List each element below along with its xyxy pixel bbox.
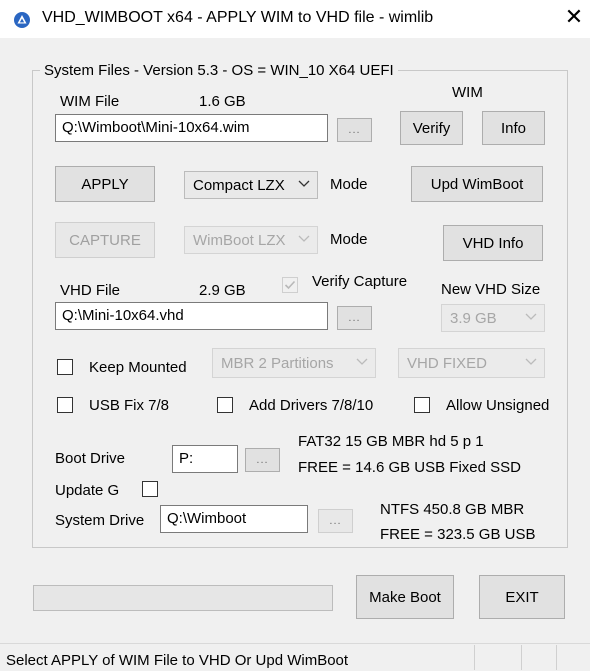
keep-mounted-checkbox[interactable] bbox=[57, 359, 73, 375]
capture-mode-label: Mode bbox=[330, 231, 368, 248]
boot-drive-field[interactable]: P: bbox=[172, 445, 238, 473]
system-drive-browse-button[interactable]: ... bbox=[318, 509, 353, 533]
status-text: Select APPLY of WIM File to VHD Or Upd W… bbox=[6, 652, 349, 669]
add-drivers-checkbox[interactable] bbox=[217, 397, 233, 413]
new-vhd-size-select[interactable]: 3.9 GB bbox=[441, 304, 545, 332]
exit-button[interactable]: EXIT bbox=[479, 575, 565, 619]
system-drive-label: System Drive bbox=[55, 512, 145, 529]
new-vhd-size-label: New VHD Size bbox=[441, 281, 541, 298]
chevron-down-icon bbox=[298, 235, 310, 242]
allow-unsigned-label: Allow Unsigned bbox=[446, 397, 550, 414]
capture-compression-select[interactable]: WimBoot LZX bbox=[184, 226, 318, 254]
capture-compression-value: WimBoot LZX bbox=[193, 231, 286, 249]
wim-file-label: WIM File bbox=[60, 93, 120, 110]
chevron-down-icon bbox=[525, 358, 537, 365]
boot-drive-label: Boot Drive bbox=[55, 450, 126, 467]
partition-scheme-value: MBR 2 Partitions bbox=[221, 354, 334, 372]
vhd-browse-button[interactable]: ... bbox=[337, 306, 372, 330]
boot-drive-info-line2: FREE = 14.6 GB USB Fixed SSD bbox=[298, 459, 522, 476]
new-vhd-size-value: 3.9 GB bbox=[450, 309, 497, 327]
vhd-info-button[interactable]: VHD Info bbox=[443, 225, 543, 261]
update-g-label: Update G bbox=[55, 482, 120, 499]
status-separator bbox=[474, 645, 475, 670]
verify-capture-checkbox[interactable] bbox=[282, 277, 298, 293]
status-separator bbox=[521, 645, 522, 670]
wim-file-size: 1.6 GB bbox=[199, 93, 246, 110]
upd-wimboot-button[interactable]: Upd WimBoot bbox=[411, 166, 543, 202]
system-drive-field[interactable]: Q:\Wimboot bbox=[160, 505, 308, 533]
verify-capture-label: Verify Capture bbox=[312, 273, 408, 290]
make-boot-button[interactable]: Make Boot bbox=[356, 575, 454, 619]
system-drive-info-line1: NTFS 450.8 GB MBR bbox=[380, 501, 525, 518]
status-separator bbox=[556, 645, 557, 670]
vhd-file-size: 2.9 GB bbox=[199, 282, 246, 299]
apply-compression-value: Compact LZX bbox=[193, 176, 285, 194]
apply-mode-label: Mode bbox=[330, 176, 368, 193]
vhd-path-field[interactable]: Q:\Mini-10x64.vhd bbox=[55, 302, 328, 330]
system-drive-info-line2: FREE = 323.5 GB USB bbox=[380, 526, 536, 543]
allow-unsigned-checkbox[interactable] bbox=[414, 397, 430, 413]
usb-fix-label: USB Fix 7/8 bbox=[89, 397, 170, 414]
vhd-type-value: VHD FIXED bbox=[407, 354, 488, 372]
info-button[interactable]: Info bbox=[482, 111, 545, 145]
update-g-checkbox[interactable] bbox=[142, 481, 158, 497]
group-legend: System Files - Version 5.3 - OS = WIN_10… bbox=[40, 62, 398, 79]
close-icon[interactable]: ✕ bbox=[562, 5, 586, 29]
chevron-down-icon bbox=[525, 313, 537, 320]
wim-header-label: WIM bbox=[452, 84, 483, 101]
wimlib-app-icon bbox=[14, 12, 30, 28]
keep-mounted-label: Keep Mounted bbox=[89, 359, 187, 376]
usb-fix-checkbox[interactable] bbox=[57, 397, 73, 413]
boot-drive-browse-button[interactable]: ... bbox=[245, 448, 280, 472]
chevron-down-icon bbox=[356, 358, 368, 365]
capture-button[interactable]: CAPTURE bbox=[55, 222, 155, 258]
wim-browse-button[interactable]: ... bbox=[337, 118, 372, 142]
chevron-down-icon bbox=[298, 180, 310, 187]
partition-scheme-select[interactable]: MBR 2 Partitions bbox=[212, 348, 376, 378]
window-title: VHD_WIMBOOT x64 - APPLY WIM to VHD file … bbox=[42, 9, 434, 26]
checkmark-icon bbox=[284, 280, 296, 290]
apply-compression-select[interactable]: Compact LZX bbox=[184, 171, 318, 199]
verify-button[interactable]: Verify bbox=[400, 111, 463, 145]
progress-bar bbox=[33, 585, 333, 611]
add-drivers-label: Add Drivers 7/8/10 bbox=[249, 397, 374, 414]
vhd-file-label: VHD File bbox=[60, 282, 121, 299]
boot-drive-info-line1: FAT32 15 GB MBR hd 5 p 1 bbox=[298, 433, 484, 450]
vhd-type-select[interactable]: VHD FIXED bbox=[398, 348, 545, 378]
wim-path-field[interactable]: Q:\Wimboot\Mini-10x64.wim bbox=[55, 114, 328, 142]
apply-button[interactable]: APPLY bbox=[55, 166, 155, 202]
